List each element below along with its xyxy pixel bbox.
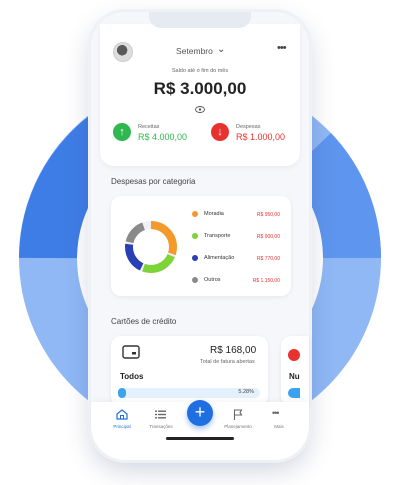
legend-label: Outros	[204, 277, 221, 283]
legend-dot-icon	[192, 233, 198, 239]
home-icon[interactable]	[116, 409, 128, 420]
legend-dot-icon	[192, 255, 198, 261]
legend-label: Alimentação	[204, 255, 235, 261]
arrow-down-icon: ↓	[211, 123, 229, 141]
category-section-title: Despesas por categoria	[111, 177, 196, 186]
card-total-subtitle: Total de fatura abertas	[200, 359, 255, 365]
card-second-usage-bar	[288, 388, 300, 398]
legend-dot-icon	[192, 211, 198, 217]
nav-transacoes[interactable]: Transações	[146, 424, 176, 429]
more-options-icon[interactable]: •••	[277, 42, 287, 54]
income-label: Receitas	[138, 124, 160, 130]
category-donut-chart	[125, 221, 177, 273]
card-second-name: Nu	[289, 372, 300, 381]
nav-principal[interactable]: Principal	[110, 424, 134, 429]
phone-notch	[149, 12, 251, 28]
month-selector[interactable]: Setembro	[176, 46, 213, 56]
chevron-down-icon[interactable]: ⌄	[217, 44, 225, 55]
flag-icon[interactable]	[233, 409, 243, 420]
card-usage-percent: 5.28%	[238, 389, 254, 395]
expense-label: Despesas	[236, 124, 261, 130]
eye-icon[interactable]	[195, 106, 205, 113]
card-name: Todos	[120, 372, 144, 381]
home-indicator	[166, 437, 234, 440]
credit-card-icon	[122, 345, 140, 359]
more-icon[interactable]: •••	[272, 408, 280, 418]
card-usage-fill	[118, 388, 126, 398]
legend-value: R$ 770,00	[256, 255, 280, 262]
plus-icon: +	[194, 402, 206, 422]
list-icon[interactable]	[155, 410, 166, 419]
balance-value: R$ 3.000,00	[153, 79, 247, 98]
legend-value: R$ 1.150,00	[252, 277, 280, 284]
card-brand-icon	[288, 349, 300, 361]
arrow-up-icon: ↑	[113, 123, 131, 141]
legend-dot-icon	[192, 277, 198, 283]
credit-cards-title: Cartões de crédito	[111, 317, 177, 326]
income-value: R$ 4.000,00	[138, 132, 188, 142]
legend-label: Moradia	[204, 211, 224, 217]
nav-mais[interactable]: Mais	[271, 424, 287, 429]
avatar[interactable]	[113, 42, 133, 62]
legend-value: R$ 950,00	[256, 211, 280, 218]
card-usage-bar: 5.28%	[118, 388, 260, 398]
card-total-amount: R$ 168,00	[210, 345, 257, 356]
add-transaction-button[interactable]: +	[187, 400, 213, 426]
nav-planejamento[interactable]: Planejamento	[220, 424, 256, 429]
legend-label: Transporte	[204, 233, 231, 239]
balance-label: Saldo até o fim do mês	[171, 68, 229, 74]
expense-value: R$ 1.000,00	[236, 132, 286, 142]
legend-value: R$ 900,00	[256, 233, 280, 240]
